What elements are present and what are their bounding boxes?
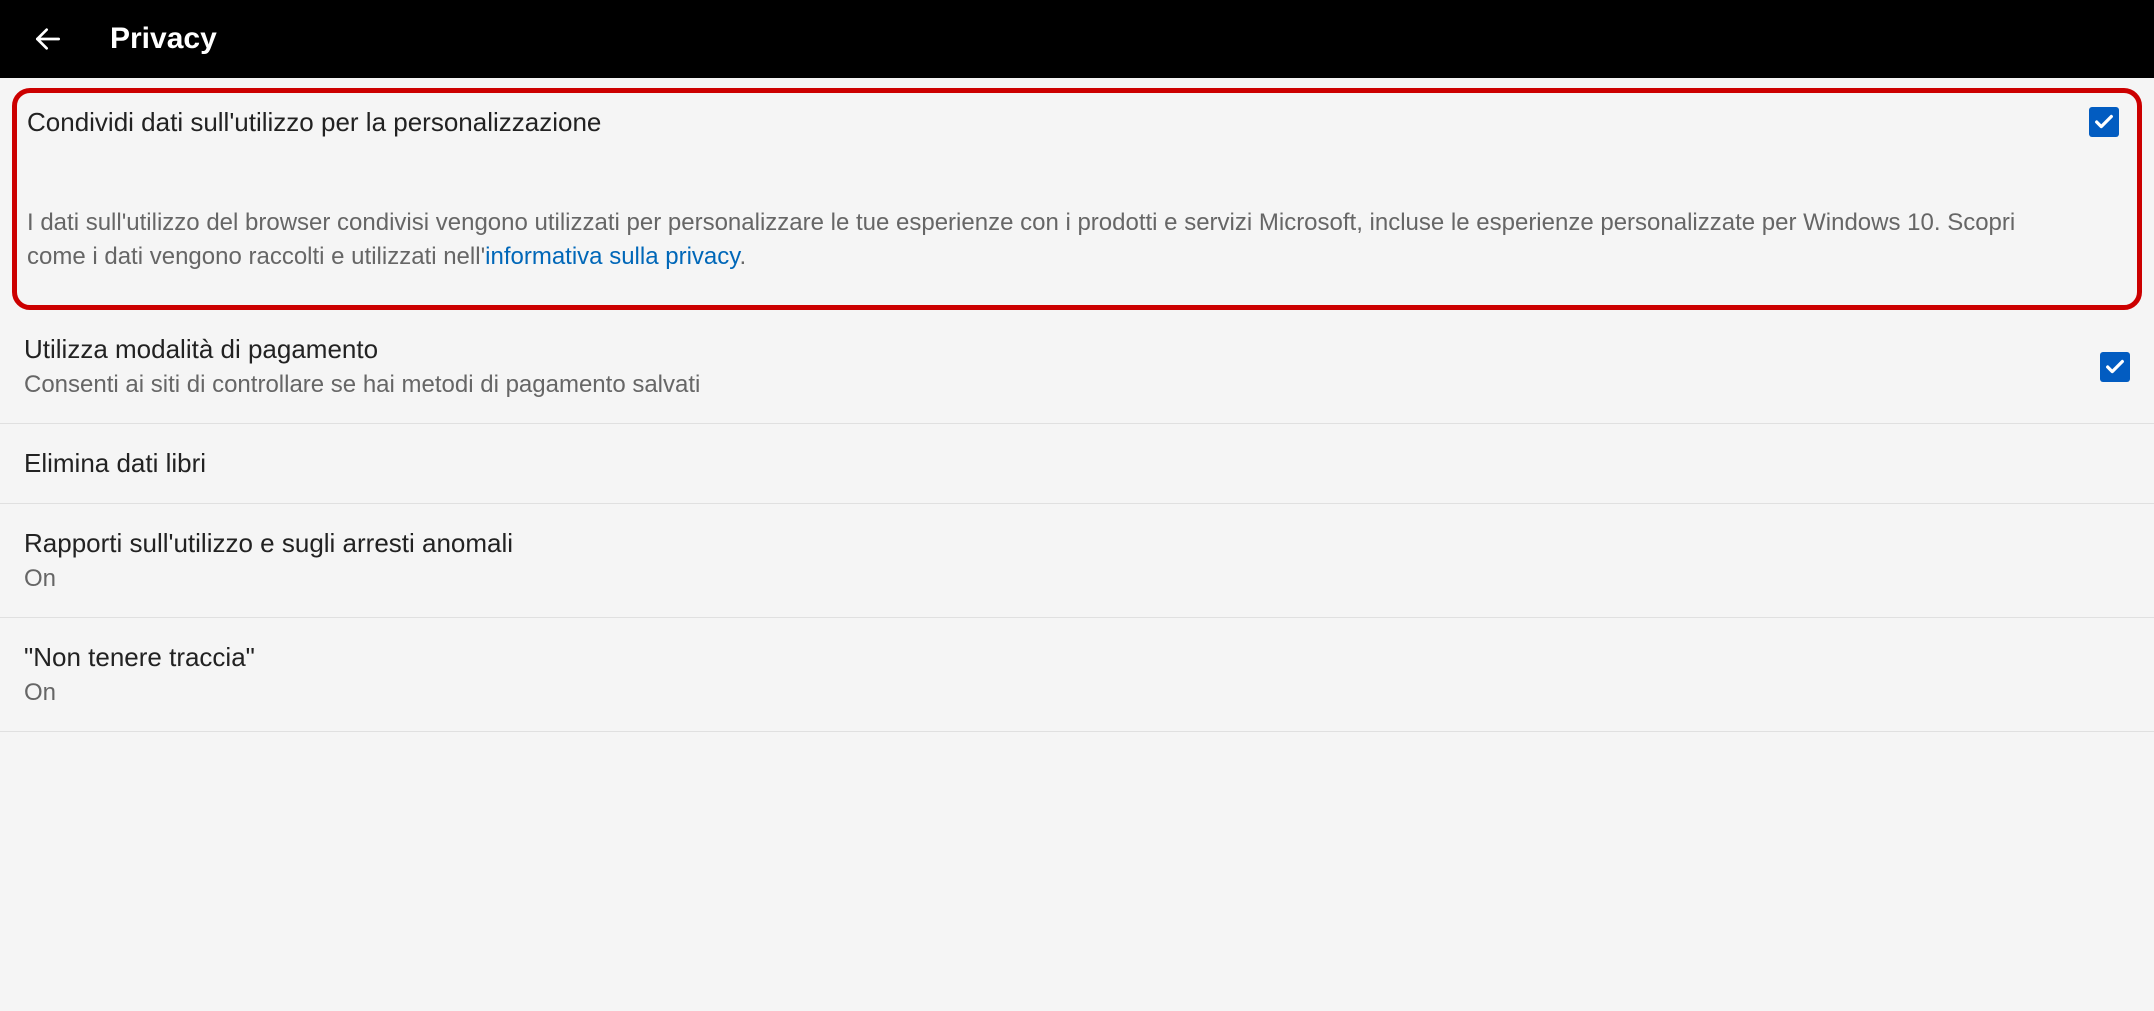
settings-content: Condividi dati sull'utilizzo per la pers… bbox=[0, 78, 2154, 732]
usage-reports-subtitle: On bbox=[24, 565, 2130, 593]
do-not-track-text: "Non tenere traccia" On bbox=[24, 642, 2130, 707]
page-title: Privacy bbox=[110, 22, 217, 56]
share-usage-setting[interactable]: Condividi dati sull'utilizzo per la pers… bbox=[27, 107, 2127, 273]
payment-mode-text: Utilizza modalità di pagamento Consenti … bbox=[24, 334, 2100, 399]
back-arrow-icon bbox=[32, 23, 64, 55]
checkmark-icon bbox=[2093, 111, 2115, 133]
do-not-track-setting[interactable]: "Non tenere traccia" On bbox=[0, 618, 2154, 732]
payment-mode-checkbox[interactable] bbox=[2100, 352, 2130, 382]
checkmark-icon bbox=[2104, 356, 2126, 378]
share-usage-title: Condividi dati sull'utilizzo per la pers… bbox=[27, 107, 2069, 138]
header: Privacy bbox=[0, 0, 2154, 78]
privacy-policy-link[interactable]: informativa sulla privacy bbox=[485, 243, 739, 270]
share-usage-desc-part1: I dati sull'utilizzo del browser condivi… bbox=[27, 209, 2015, 270]
do-not-track-subtitle: On bbox=[24, 679, 2130, 707]
usage-reports-title: Rapporti sull'utilizzo e sugli arresti a… bbox=[24, 528, 2130, 559]
delete-books-setting[interactable]: Elimina dati libri bbox=[0, 424, 2154, 504]
delete-books-title: Elimina dati libri bbox=[24, 448, 2130, 479]
do-not-track-title: "Non tenere traccia" bbox=[24, 642, 2130, 673]
payment-mode-subtitle: Consenti ai siti di controllare se hai m… bbox=[24, 371, 2100, 399]
share-usage-description: I dati sull'utilizzo del browser condivi… bbox=[27, 206, 2069, 273]
share-usage-section-highlight: Condividi dati sull'utilizzo per la pers… bbox=[12, 88, 2142, 310]
share-usage-desc-part2: . bbox=[739, 243, 746, 270]
payment-mode-title: Utilizza modalità di pagamento bbox=[24, 334, 2100, 365]
usage-reports-setting[interactable]: Rapporti sull'utilizzo e sugli arresti a… bbox=[0, 504, 2154, 618]
payment-mode-setting[interactable]: Utilizza modalità di pagamento Consenti … bbox=[0, 310, 2154, 424]
share-usage-text: Condividi dati sull'utilizzo per la pers… bbox=[27, 107, 2089, 273]
delete-books-text: Elimina dati libri bbox=[24, 448, 2130, 479]
usage-reports-text: Rapporti sull'utilizzo e sugli arresti a… bbox=[24, 528, 2130, 593]
share-usage-checkbox[interactable] bbox=[2089, 107, 2119, 137]
back-button[interactable] bbox=[28, 19, 68, 59]
